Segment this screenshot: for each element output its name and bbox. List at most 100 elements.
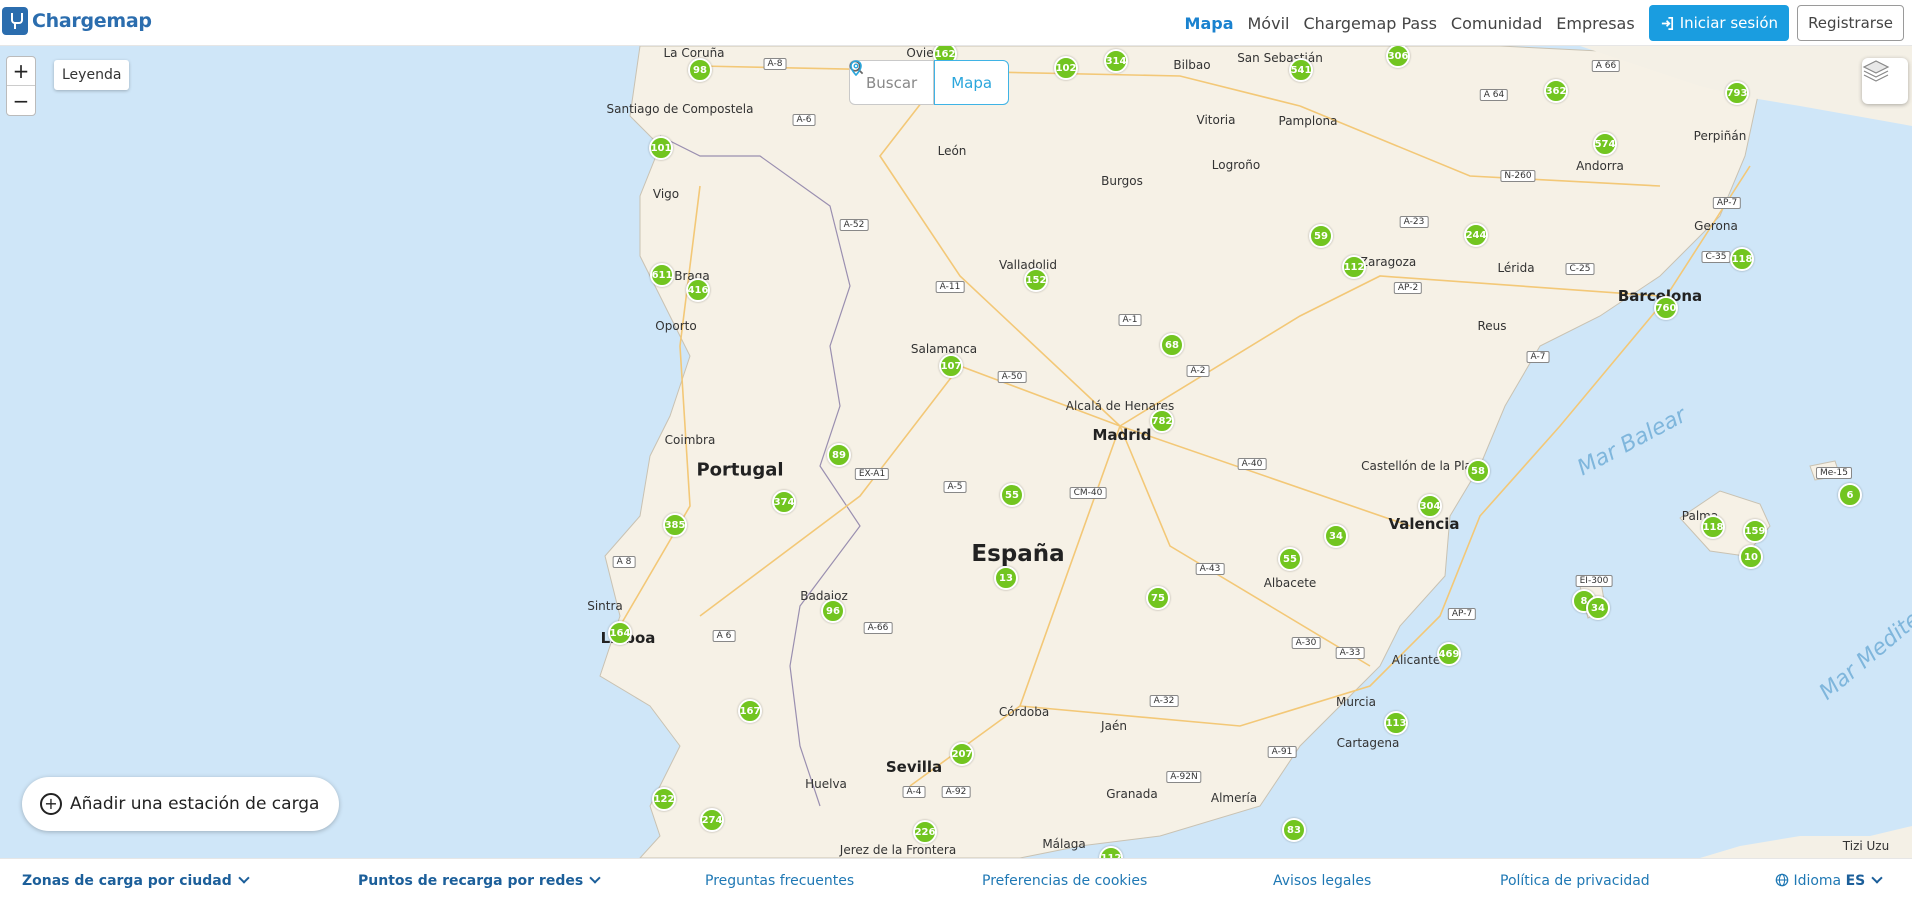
station-cluster[interactable]: 34: [1586, 596, 1610, 620]
add-station-button[interactable]: + Añadir una estación de carga: [22, 777, 340, 831]
station-cluster[interactable]: 101: [649, 136, 673, 160]
station-cluster[interactable]: 10: [1739, 545, 1763, 569]
language-label: Idioma: [1793, 873, 1842, 889]
map-tab-label: Mapa: [951, 73, 993, 92]
road-shield: AP-7: [1712, 197, 1742, 209]
station-cluster[interactable]: 611: [650, 263, 674, 287]
road-shield: A-30: [1291, 637, 1321, 649]
station-cluster[interactable]: 416: [686, 278, 710, 302]
station-cluster[interactable]: 98: [688, 58, 712, 82]
footer-networks-label: Puntos de recarga por redes: [358, 873, 584, 889]
city-label: Burgos: [1101, 174, 1143, 188]
footer-cookies-link[interactable]: Preferencias de cookies: [982, 873, 1147, 889]
station-cluster[interactable]: 118: [1701, 515, 1725, 539]
map-tab[interactable]: Mapa: [850, 60, 1010, 105]
footer-zones-label: Zonas de carga por ciudad: [22, 873, 232, 889]
language-selector[interactable]: Idioma ES: [1775, 872, 1883, 889]
station-cluster[interactable]: 782: [1150, 409, 1174, 433]
station-cluster[interactable]: 541: [1289, 58, 1313, 82]
road-shield: EX-A1: [854, 468, 890, 480]
city-label: Jerez de la Frontera: [839, 843, 957, 857]
nav-movil[interactable]: Móvil: [1248, 14, 1290, 33]
road-shield: A-32: [1149, 695, 1179, 707]
station-cluster[interactable]: 760: [1654, 296, 1678, 320]
station-cluster[interactable]: 89: [827, 443, 851, 467]
station-cluster[interactable]: 75: [1146, 586, 1170, 610]
station-cluster[interactable]: 314: [1104, 49, 1128, 73]
zoom-in-button[interactable]: +: [7, 57, 35, 86]
city-label: Ovie: [906, 46, 934, 60]
station-cluster[interactable]: 102: [1054, 56, 1078, 80]
station-cluster[interactable]: 113: [1384, 711, 1408, 735]
nav-empresas[interactable]: Empresas: [1556, 14, 1634, 33]
station-cluster[interactable]: 6: [1838, 483, 1862, 507]
road-shield: A-43: [1195, 563, 1225, 575]
station-cluster[interactable]: 112: [1342, 255, 1366, 279]
road-shield: A-2: [1186, 365, 1210, 377]
station-cluster[interactable]: 122: [652, 787, 676, 811]
city-label: Cartagena: [1336, 736, 1400, 750]
brand-name: Chargemap: [32, 10, 152, 32]
road-shield: A-6: [792, 114, 816, 126]
footer-zones-dropdown[interactable]: Zonas de carga por ciudad: [22, 872, 250, 889]
register-button[interactable]: Registrarse: [1797, 5, 1904, 41]
zoom-out-button[interactable]: −: [7, 86, 35, 115]
footer-bar: Zonas de carga por ciudad Puntos de reca…: [0, 858, 1912, 903]
plus-circle-icon: +: [40, 793, 62, 815]
station-cluster[interactable]: 274: [700, 808, 724, 832]
footer-legal-link[interactable]: Avisos legales: [1273, 873, 1371, 889]
station-cluster[interactable]: 13: [994, 566, 1018, 590]
legend-button[interactable]: Leyenda: [54, 60, 130, 90]
main-nav: Mapa Móvil Chargemap Pass Comunidad Empr…: [1171, 3, 1912, 43]
station-cluster[interactable]: 385: [663, 513, 687, 537]
station-cluster[interactable]: 34: [1324, 524, 1348, 548]
station-cluster[interactable]: 58: [1466, 459, 1490, 483]
city-label: Salamanca: [910, 342, 978, 356]
station-cluster[interactable]: 159: [1743, 519, 1767, 543]
station-cluster[interactable]: 244: [1464, 223, 1488, 247]
station-cluster[interactable]: 374: [772, 490, 796, 514]
nav-comunidad[interactable]: Comunidad: [1451, 14, 1542, 33]
country-label-spain: España: [971, 541, 1065, 567]
road-shield: A 6: [712, 630, 736, 642]
chevron-down-icon: [1871, 872, 1883, 884]
road-shield: EI-300: [1575, 575, 1613, 587]
city-label: Logroño: [1211, 158, 1261, 172]
layers-button[interactable]: [1862, 58, 1908, 104]
station-cluster[interactable]: 152: [1024, 268, 1048, 292]
city-label: Lérida: [1497, 261, 1535, 275]
top-navigation-bar: Chargemap Mapa Móvil Chargemap Pass Comu…: [0, 0, 1912, 46]
footer-faq-link[interactable]: Preguntas frecuentes: [705, 873, 854, 889]
city-label: Málaga: [1042, 837, 1086, 851]
station-cluster[interactable]: 96: [821, 599, 845, 623]
station-cluster[interactable]: 83: [1282, 818, 1306, 842]
station-cluster[interactable]: 164: [608, 621, 632, 645]
footer-networks-dropdown[interactable]: Puntos de recarga por redes: [358, 872, 601, 889]
footer-privacy-link[interactable]: Política de privacidad: [1500, 873, 1650, 889]
station-cluster[interactable]: 207: [950, 742, 974, 766]
city-label: Alicante: [1391, 653, 1441, 667]
station-cluster[interactable]: 574: [1593, 132, 1617, 156]
station-cluster[interactable]: 167: [738, 699, 762, 723]
road-shield: A-5: [943, 481, 967, 493]
station-cluster[interactable]: 469: [1437, 642, 1461, 666]
station-cluster[interactable]: 107: [939, 354, 963, 378]
station-cluster[interactable]: 304: [1418, 494, 1442, 518]
station-cluster[interactable]: 362: [1544, 79, 1568, 103]
city-label: Oporto: [655, 319, 697, 333]
station-cluster[interactable]: 55: [1278, 547, 1302, 571]
chargemap-logo[interactable]: Chargemap: [2, 7, 152, 35]
city-label: Almería: [1210, 791, 1258, 805]
station-cluster[interactable]: 793: [1725, 81, 1749, 105]
login-button[interactable]: Iniciar sesión: [1648, 5, 1790, 41]
station-cluster[interactable]: 59: [1309, 224, 1333, 248]
station-cluster[interactable]: 226: [913, 820, 937, 844]
login-label: Iniciar sesión: [1679, 14, 1779, 32]
station-cluster[interactable]: 118: [1730, 247, 1754, 271]
station-cluster[interactable]: 68: [1160, 333, 1184, 357]
nav-chargemap-pass[interactable]: Chargemap Pass: [1303, 14, 1436, 33]
nav-mapa[interactable]: Mapa: [1185, 14, 1234, 33]
map-canvas[interactable]: España Portugal Madrid La Coruña Santiag…: [0, 46, 1912, 858]
station-cluster[interactable]: 55: [1000, 483, 1024, 507]
road-shield: A-50: [997, 371, 1027, 383]
